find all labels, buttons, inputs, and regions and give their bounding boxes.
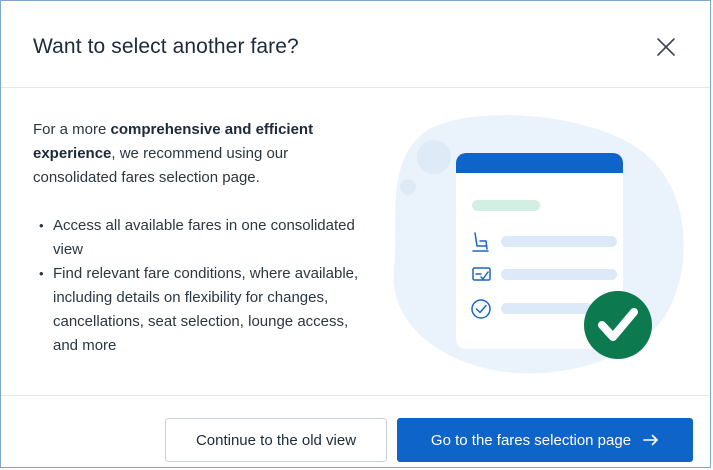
dialog-footer: Continue to the old view Go to the fares… [1,395,710,467]
green-pill [472,200,540,211]
continue-old-view-label: Continue to the old view [195,431,357,449]
benefits-list: Access all available fares in one consol… [33,214,373,358]
arrow-right-icon [643,432,659,449]
card-header [456,153,623,173]
intro-paragraph: For a more comprehensive and efficient e… [33,118,373,190]
close-button[interactable] [652,33,680,61]
pill-row-3 [501,303,593,314]
close-icon [657,38,675,56]
list-item: Access all available fares in one consol… [33,214,373,262]
pill-row-1 [501,236,617,247]
dialog-description: For a more comprehensive and efficient e… [33,118,373,358]
list-item: Find relevant fare conditions, where ava… [33,262,373,358]
intro-prefix: For a more [33,121,111,138]
pill-row-2 [501,269,617,280]
illustration-graphic [393,115,684,374]
go-to-fares-selection-button[interactable]: Go to the fares selection page [397,418,693,462]
fare-selection-dialog: Want to select another fare? For a more … [0,0,711,468]
continue-old-view-button[interactable]: Continue to the old view [165,418,387,462]
dialog-title: Want to select another fare? [33,35,299,58]
decor-circle-large [417,140,451,174]
dialog-header: Want to select another fare? [1,1,710,88]
fares-illustration [389,109,689,379]
go-to-fares-selection-label: Go to the fares selection page [430,431,632,449]
decor-circle-small [400,179,416,195]
